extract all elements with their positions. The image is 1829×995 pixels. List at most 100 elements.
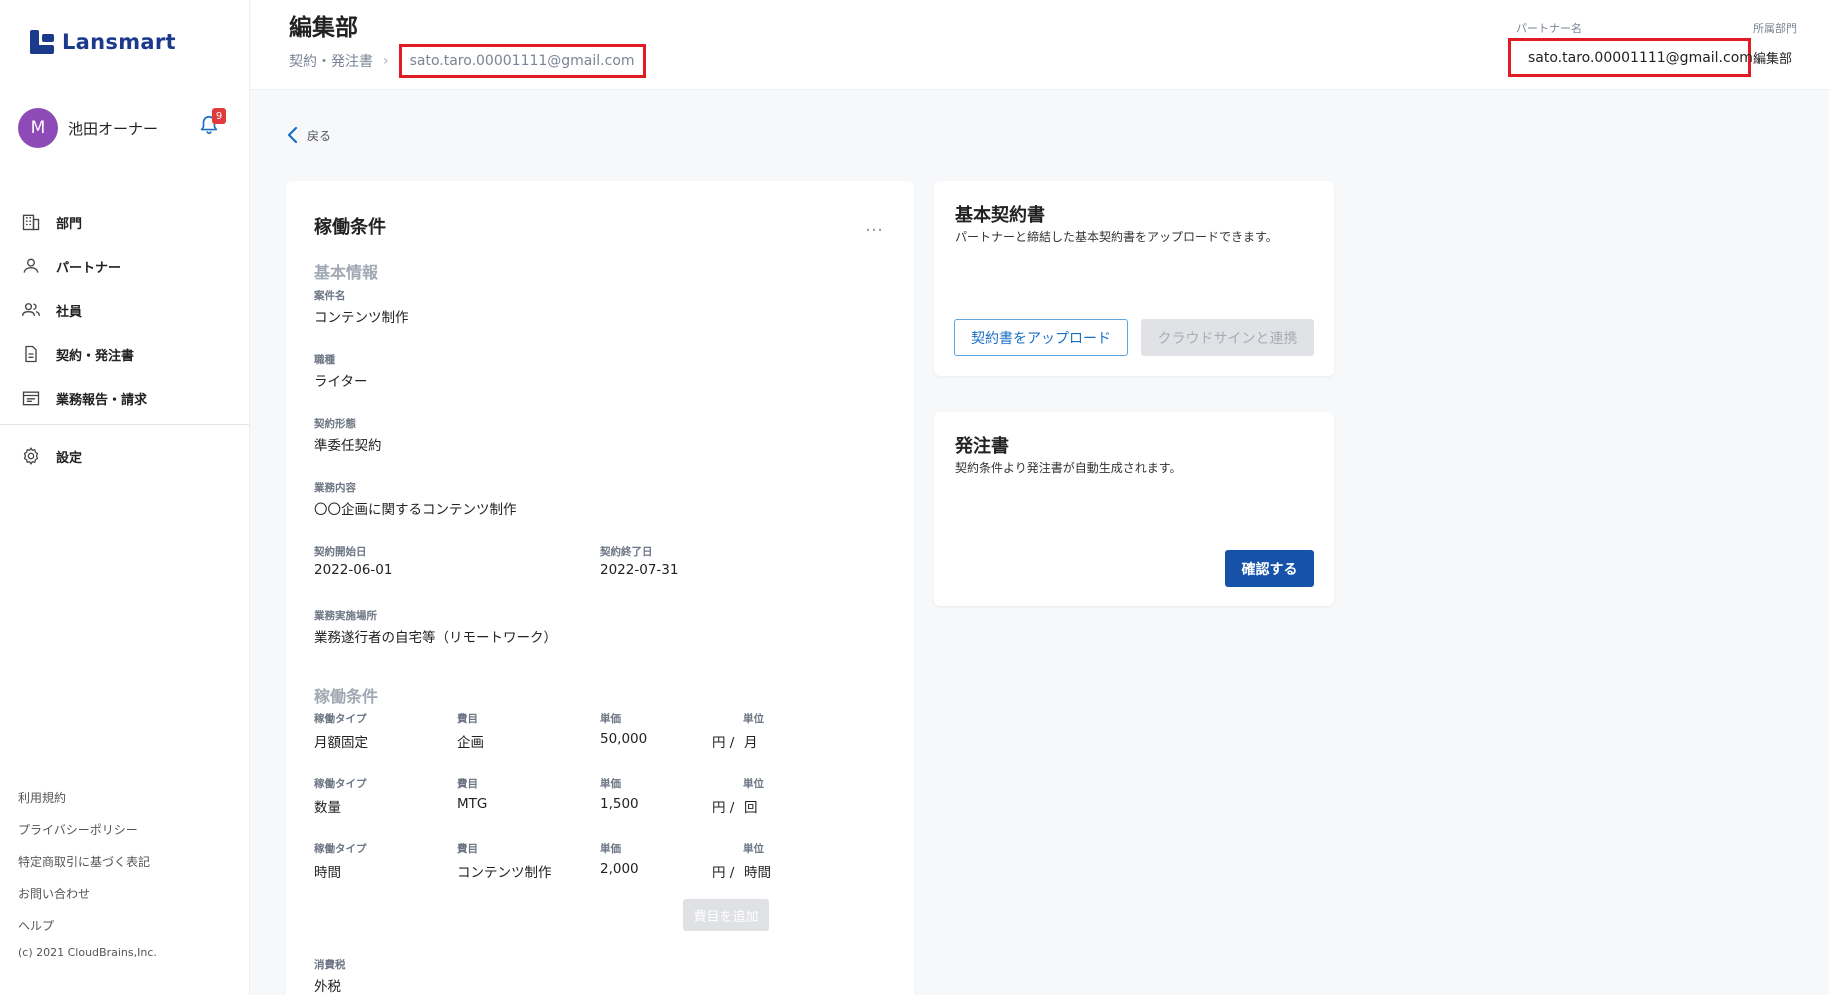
- rate-price-label: 単価: [600, 778, 621, 790]
- sidebar-item-contracts[interactable]: 契約・発注書: [0, 332, 249, 376]
- breadcrumb: 契約・発注書 › sato.taro.00001111@gmail.com: [289, 44, 646, 78]
- rate-type-label: 稼働タイプ: [314, 778, 367, 790]
- back-link[interactable]: 戻る: [285, 126, 331, 144]
- building-icon: [20, 211, 42, 233]
- sidebar-item-partners[interactable]: パートナー: [0, 244, 249, 288]
- card-title: 基本契約書: [955, 205, 1045, 226]
- rate-type-value: 月額固定: [314, 735, 368, 751]
- start-date-value: 2022-06-01: [314, 562, 393, 578]
- purchase-order-card: 発注書 契約条件より発注書が自動生成されます。 確認する: [934, 412, 1334, 606]
- work-content-label: 業務内容: [314, 482, 356, 494]
- rate-unit-value: 回: [744, 800, 758, 816]
- location-label: 業務実施場所: [314, 610, 377, 622]
- logo-text: Lansmart: [62, 30, 176, 54]
- footer-link-terms[interactable]: 利用規約: [18, 782, 157, 814]
- upload-contract-button[interactable]: 契約書をアップロード: [954, 319, 1128, 356]
- project-name-label: 案件名: [314, 290, 346, 302]
- partner-label: パートナー名: [1516, 22, 1582, 35]
- footer-links: 利用規約 プライバシーポリシー 特定商取引に基づく表記 お問い合わせ ヘルプ (…: [18, 782, 157, 959]
- cloudsign-link-button[interactable]: クラウドサインと連携: [1141, 319, 1314, 356]
- work-content-value: 〇〇企画に関するコンテンツ制作: [314, 502, 517, 518]
- add-item-button[interactable]: 費目を追加: [683, 899, 769, 931]
- chevron-right-icon: ›: [383, 53, 389, 69]
- contract-type-label: 契約形態: [314, 418, 356, 430]
- basic-contract-card: 基本契約書 パートナーと締結した基本契約書をアップロードできます。 契約書をアッ…: [934, 181, 1334, 376]
- job-type-label: 職種: [314, 354, 335, 366]
- rate-type-label: 稼働タイプ: [314, 713, 367, 725]
- dept-label: 所属部門: [1753, 22, 1797, 35]
- sidebar-item-label: 社員: [56, 304, 83, 320]
- department-info: 所属部門 編集部: [1753, 20, 1797, 67]
- logo-icon: [30, 30, 54, 54]
- card-description: 契約条件より発注書が自動生成されます。: [955, 461, 1182, 475]
- rate-item-value: MTG: [457, 796, 488, 812]
- breadcrumb-parent[interactable]: 契約・発注書: [289, 51, 373, 71]
- rate-unit-label: 単位: [743, 713, 764, 725]
- app-logo[interactable]: Lansmart: [30, 30, 176, 54]
- section-basic-info: 基本情報: [314, 263, 379, 282]
- document-icon: [20, 343, 42, 365]
- sidebar-item-label: パートナー: [56, 260, 122, 276]
- tax-label: 消費税: [314, 959, 346, 971]
- rate-yen: 円 /: [712, 735, 735, 751]
- project-name-value: コンテンツ制作: [314, 310, 409, 326]
- location-value: 業務遂行者の自宅等（リモートワーク）: [314, 630, 557, 646]
- sidebar-nav: 部門 パートナー 社員 契約・発注書 業務報告・請求: [0, 200, 249, 420]
- page-title: 編集部: [289, 15, 358, 41]
- avatar[interactable]: M: [18, 108, 58, 148]
- rate-item-value: 企画: [457, 735, 484, 751]
- more-menu-icon[interactable]: …: [865, 215, 884, 236]
- user-name: 池田オーナー: [68, 119, 159, 138]
- footer-link-contact[interactable]: お問い合わせ: [18, 878, 157, 910]
- people-icon: [20, 299, 42, 321]
- sidebar-item-label: 業務報告・請求: [56, 392, 148, 408]
- rate-item-value: コンテンツ制作: [457, 865, 552, 881]
- chevron-left-icon: [287, 126, 298, 144]
- gear-icon: [20, 445, 42, 467]
- rate-yen: 円 /: [712, 800, 735, 816]
- person-icon: [20, 255, 42, 277]
- sidebar-item-reports[interactable]: 業務報告・請求: [0, 376, 249, 420]
- sidebar-item-employees[interactable]: 社員: [0, 288, 249, 332]
- footer-link-commerce[interactable]: 特定商取引に基づく表記: [18, 846, 157, 878]
- sidebar-item-settings[interactable]: 設定: [0, 434, 249, 478]
- rate-item-label: 費目: [457, 713, 478, 725]
- rate-price-label: 単価: [600, 843, 621, 855]
- footer-link-privacy[interactable]: プライバシーポリシー: [18, 814, 157, 846]
- tax-value: 外税: [314, 979, 341, 995]
- footer-link-help[interactable]: ヘルプ: [18, 910, 157, 942]
- rate-unit-label: 単位: [743, 778, 764, 790]
- rate-unit-value: 時間: [744, 865, 771, 881]
- copyright: (c) 2021 CloudBrains,Inc.: [18, 946, 157, 959]
- rate-price-label: 単価: [600, 713, 621, 725]
- rate-type-value: 時間: [314, 865, 341, 881]
- rate-unit-value: 月: [744, 735, 758, 751]
- rate-item-label: 費目: [457, 778, 478, 790]
- partner-select[interactable]: sato.taro.00001111@gmail.com: [1508, 38, 1753, 77]
- sidebar-item-departments[interactable]: 部門: [0, 200, 249, 244]
- card-title: 発注書: [955, 436, 1009, 457]
- card-description: パートナーと締結した基本契約書をアップロードできます。: [955, 230, 1278, 244]
- page-header: 編集部 契約・発注書 › sato.taro.00001111@gmail.co…: [251, 0, 1829, 90]
- sidebar-item-label: 契約・発注書: [56, 348, 135, 364]
- sidebar: Lansmart M 池田オーナー 9 部門 パートナー 社員 契約・発注書 業…: [0, 0, 250, 995]
- notification-bell[interactable]: 9: [198, 108, 226, 140]
- work-conditions-card: 稼働条件 … 基本情報 案件名 コンテンツ制作 職種 ライター 契約形態 準委任…: [286, 181, 914, 995]
- end-date-value: 2022-07-31: [600, 562, 679, 578]
- report-icon: [20, 387, 42, 409]
- job-type-value: ライター: [314, 374, 368, 390]
- user-profile[interactable]: M 池田オーナー 9: [18, 108, 230, 148]
- rate-price-value: 2,000: [600, 861, 639, 877]
- rate-type-label: 稼働タイプ: [314, 843, 367, 855]
- confirm-button[interactable]: 確認する: [1225, 550, 1314, 587]
- rate-price-value: 1,500: [600, 796, 639, 812]
- partner-selector: パートナー名 sato.taro.00001111@gmail.com: [1508, 20, 1753, 77]
- rate-unit-label: 単位: [743, 843, 764, 855]
- sidebar-item-label: 設定: [56, 450, 83, 466]
- nav-divider: [0, 424, 249, 425]
- rate-yen: 円 /: [712, 865, 735, 881]
- dept-value: 編集部: [1753, 52, 1793, 67]
- partner-value: sato.taro.00001111@gmail.com: [1528, 49, 1753, 66]
- start-date-label: 契約開始日: [314, 546, 367, 558]
- notification-badge: 9: [212, 108, 226, 124]
